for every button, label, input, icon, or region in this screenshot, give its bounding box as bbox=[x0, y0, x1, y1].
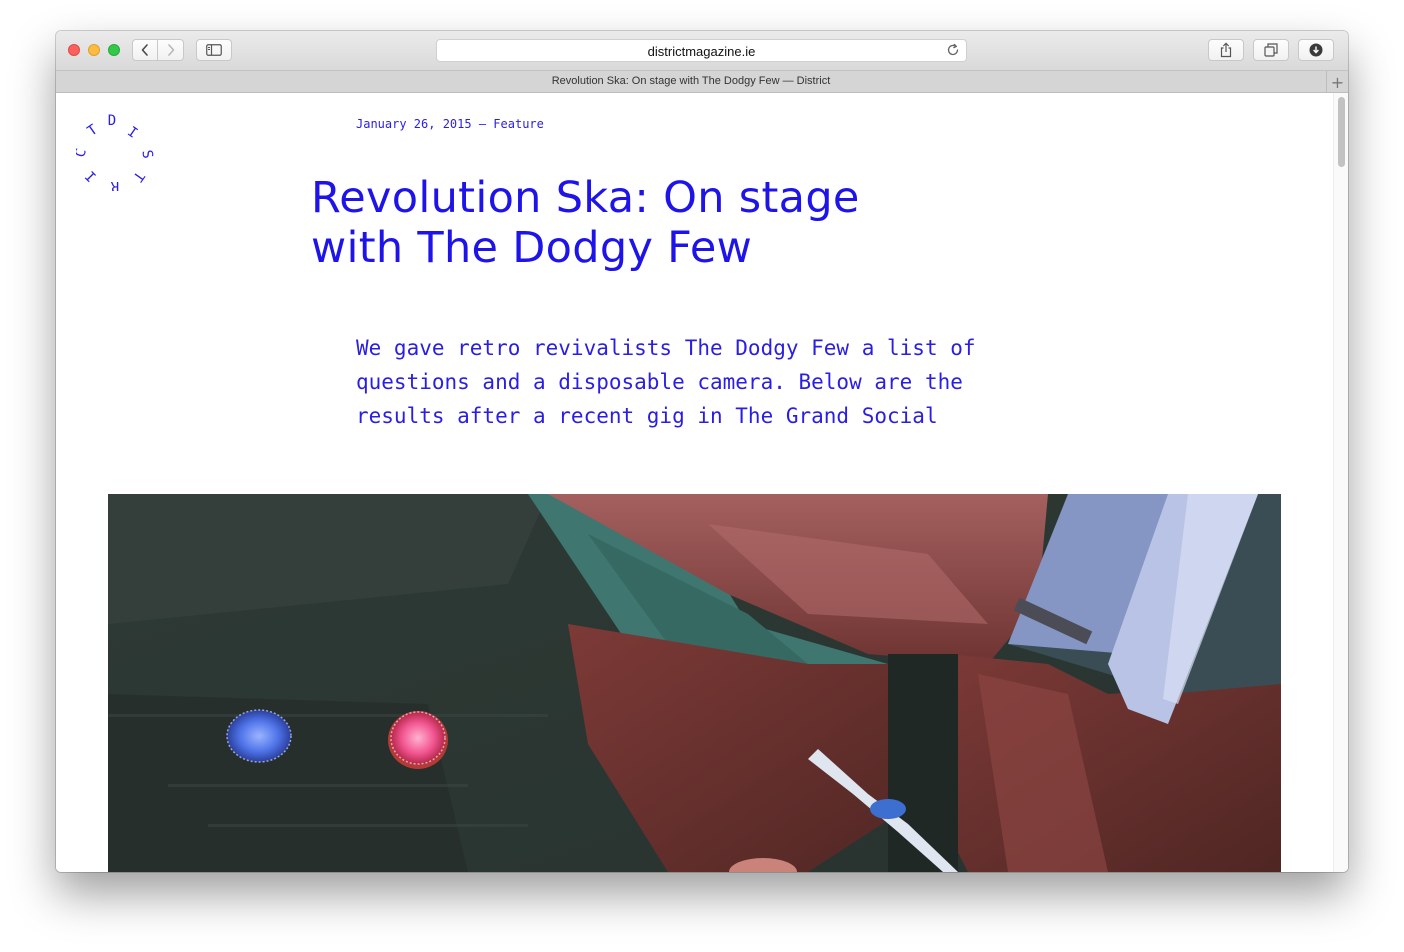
logo-letter: I bbox=[124, 124, 140, 142]
article-meta: January 26, 2015 — Feature bbox=[356, 117, 544, 131]
share-button[interactable] bbox=[1208, 39, 1244, 61]
title-line: with The Dodgy Few bbox=[311, 223, 753, 273]
minimize-window-button[interactable] bbox=[88, 44, 100, 56]
hero-photo bbox=[108, 494, 1281, 872]
logo-letter: R bbox=[110, 178, 119, 191]
tab-overview-icon bbox=[1264, 43, 1278, 57]
logo-letter: S bbox=[138, 149, 155, 160]
zoom-window-button[interactable] bbox=[108, 44, 120, 56]
page-viewport: D I S T R I C T January 26, 2015 — Featu… bbox=[56, 93, 1348, 872]
vertical-scrollbar[interactable] bbox=[1333, 93, 1348, 872]
tab-overview-button[interactable] bbox=[1253, 39, 1289, 61]
close-window-button[interactable] bbox=[68, 44, 80, 56]
reload-icon[interactable] bbox=[946, 43, 960, 57]
address-bar[interactable]: districtmagazine.ie bbox=[436, 39, 967, 62]
article-category-link[interactable]: Feature bbox=[493, 117, 544, 131]
logo-letter: I bbox=[83, 167, 100, 184]
browser-toolbar: districtmagazine.ie bbox=[56, 31, 1348, 71]
url-text: districtmagazine.ie bbox=[647, 44, 756, 59]
article-date: January 26, 2015 bbox=[356, 117, 472, 131]
article-title: Revolution Ska: On stage with The Dodgy … bbox=[311, 173, 1011, 273]
logo-letter: T bbox=[129, 168, 147, 185]
scrollbar-thumb[interactable] bbox=[1338, 97, 1345, 167]
download-icon bbox=[1309, 43, 1323, 57]
back-button[interactable] bbox=[132, 39, 158, 61]
title-line: Revolution Ska: On stage bbox=[311, 173, 860, 223]
logo-letter: T bbox=[85, 121, 102, 139]
stage-photo bbox=[108, 494, 1281, 872]
share-icon bbox=[1220, 42, 1232, 58]
active-tab[interactable]: Revolution Ska: On stage with The Dodgy … bbox=[56, 75, 1326, 87]
forward-button[interactable] bbox=[158, 39, 184, 61]
chevron-right-icon bbox=[167, 44, 174, 56]
logo-letter: C bbox=[76, 147, 90, 159]
downloads-button[interactable] bbox=[1298, 39, 1334, 61]
site-logo[interactable]: D I S T R I C T bbox=[76, 111, 160, 191]
meta-separator: — bbox=[478, 117, 487, 131]
sidebar-toggle-button[interactable] bbox=[196, 39, 232, 61]
tab-bar: Revolution Ska: On stage with The Dodgy … bbox=[56, 71, 1348, 93]
chevron-left-icon bbox=[141, 44, 148, 56]
article-standfirst: We gave retro revivalists The Dodgy Few … bbox=[356, 336, 976, 428]
new-tab-button[interactable]: + bbox=[1326, 71, 1348, 93]
logo-letter: D bbox=[108, 113, 116, 129]
sidebar-icon bbox=[206, 44, 222, 56]
browser-window: districtmagazine.ie Revolution Ska: On s… bbox=[56, 31, 1348, 872]
